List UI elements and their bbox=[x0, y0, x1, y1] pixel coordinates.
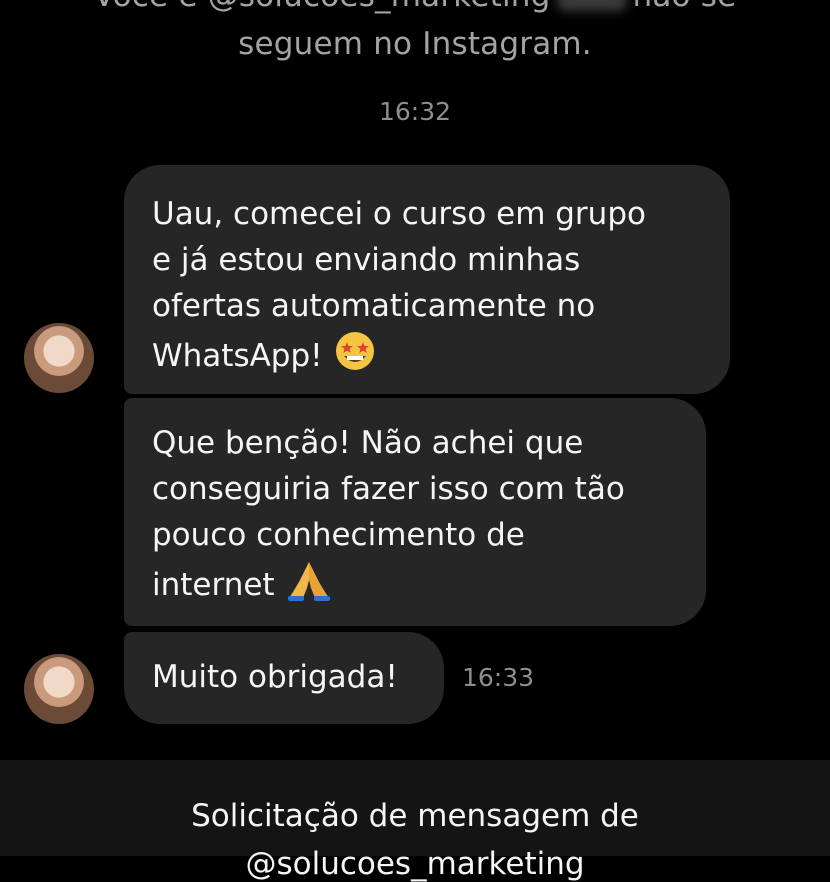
redacted-username-blur bbox=[556, 0, 627, 11]
follow-notice-end: não se bbox=[633, 0, 737, 14]
message-text-line: Muito obrigada! bbox=[152, 659, 398, 695]
message-text-line: Uau, comecei o curso em grupo bbox=[152, 196, 646, 232]
message-request-sender: @solucoes_marketing bbox=[245, 846, 585, 882]
message-bubble[interactable]: Que benção! Não achei que conseguiria fa… bbox=[124, 398, 706, 626]
contact-avatar[interactable] bbox=[24, 654, 94, 724]
message-text-line: ofertas automaticamente no bbox=[152, 288, 596, 324]
message-text-line-last: WhatsApp! bbox=[152, 329, 702, 386]
message-text-line: e já estou enviando minhas bbox=[152, 242, 581, 278]
conversation-timestamp: 16:32 bbox=[378, 97, 452, 126]
follow-notice-start: Você e @solucoes_marketing bbox=[94, 0, 551, 14]
message-request-title: Solicitação de mensagem de bbox=[191, 798, 639, 834]
praying-hands-emoji-icon bbox=[285, 558, 333, 615]
message-text-line-last: internet bbox=[152, 558, 678, 615]
message-request-footer: Solicitação de mensagem de @solucoes_mar… bbox=[0, 760, 830, 882]
message-text-line: Que benção! Não achei que bbox=[152, 425, 584, 461]
star-struck-emoji-icon bbox=[333, 329, 377, 386]
message-timestamp: 16:33 bbox=[462, 663, 535, 692]
message-text: WhatsApp! bbox=[152, 338, 323, 374]
message-text: internet bbox=[152, 567, 275, 603]
contact-avatar[interactable] bbox=[24, 323, 94, 393]
follow-notice-line1: Você e @solucoes_marketing não se bbox=[0, 0, 830, 14]
follow-notice-line2: seguem no Instagram. bbox=[238, 26, 592, 62]
message-text-line: conseguiria fazer isso com tão bbox=[152, 471, 625, 507]
message-bubble[interactable]: Muito obrigada! bbox=[124, 632, 444, 724]
message-text-line: pouco conhecimento de bbox=[152, 517, 525, 553]
message-bubble[interactable]: Uau, comecei o curso em grupo e já estou… bbox=[124, 165, 730, 394]
